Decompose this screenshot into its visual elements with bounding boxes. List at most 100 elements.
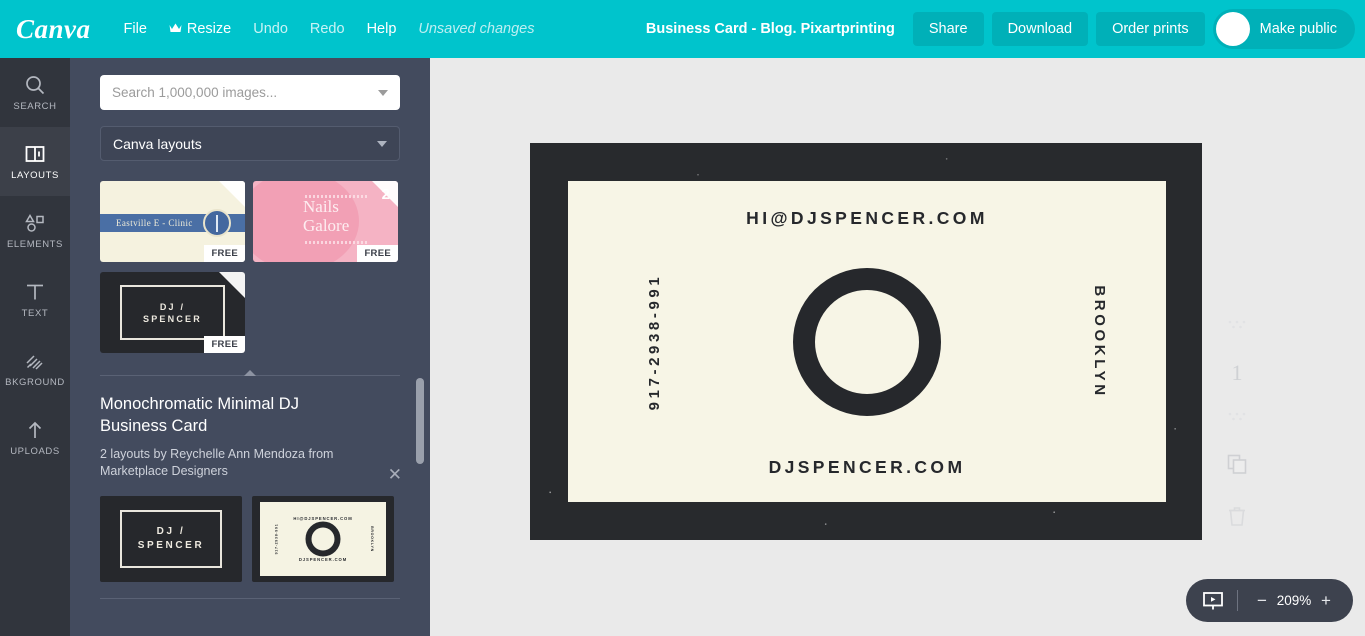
page-tools: 1 bbox=[1217, 318, 1257, 532]
layout-thumbnail-title: Eastville E - Clinic bbox=[116, 218, 193, 228]
close-icon[interactable]: ✕ bbox=[388, 466, 402, 483]
chevron-down-icon[interactable] bbox=[378, 89, 388, 96]
left-rail: SEARCH LAYOUTS ELEMENTS TEXT BKGROUND UP… bbox=[0, 58, 70, 636]
avatar bbox=[1215, 12, 1250, 46]
menu-resize[interactable]: Resize bbox=[158, 14, 242, 44]
card-ring-shape[interactable] bbox=[793, 267, 941, 416]
background-icon bbox=[24, 350, 46, 372]
make-public-button[interactable]: Make public bbox=[1212, 9, 1355, 49]
layout-preview-front[interactable]: DJ / SPENCER bbox=[100, 496, 242, 582]
preview-phone: 917-2938-991 bbox=[274, 523, 279, 555]
menu-help-label: Help bbox=[366, 21, 397, 37]
layout-thumbnail[interactable]: Nails Galore 2 FREE bbox=[253, 181, 398, 262]
panel-scrollbar-thumb[interactable] bbox=[416, 378, 424, 464]
page-number: 1 bbox=[1231, 360, 1243, 385]
canva-editor: Canva File Resize Undo Redo Help Unsaved… bbox=[0, 0, 1365, 636]
zoom-separator bbox=[1237, 590, 1238, 611]
elements-icon bbox=[24, 212, 46, 234]
card-city-text[interactable]: BROOKLYN bbox=[1091, 285, 1108, 398]
menu-redo-label: Redo bbox=[309, 21, 345, 37]
sidebar-item-layouts-label: LAYOUTS bbox=[11, 169, 59, 181]
download-button[interactable]: Download bbox=[991, 12, 1089, 46]
layout-thumbnail[interactable]: DJ / SPENCER FREE bbox=[100, 272, 245, 353]
crown-icon bbox=[169, 23, 182, 35]
order-prints-button[interactable]: Order prints bbox=[1096, 12, 1205, 46]
sidebar-item-elements[interactable]: ELEMENTS bbox=[0, 196, 70, 265]
nails-dots-bottom bbox=[305, 241, 367, 244]
card-email-text[interactable]: HI@DJSPENCER.COM bbox=[568, 208, 1166, 229]
present-icon[interactable] bbox=[1202, 590, 1224, 611]
preview-email: HI@DJSPENCER.COM bbox=[293, 516, 353, 521]
sidebar-item-text[interactable]: TEXT bbox=[0, 265, 70, 334]
layout-preview-front-text: DJ / SPENCER bbox=[137, 526, 205, 551]
detail-subtitle: 2 layouts by Reychelle Ann Mendoza from … bbox=[100, 447, 334, 478]
search-icon bbox=[24, 74, 46, 96]
category-select-label: Canva layouts bbox=[113, 135, 202, 152]
trash-icon[interactable] bbox=[1227, 505, 1247, 532]
menu-file-label: File bbox=[123, 21, 147, 37]
category-select[interactable]: Canva layouts bbox=[100, 126, 400, 161]
preview-ring bbox=[305, 521, 341, 557]
sidebar-item-uploads-label: UPLOADS bbox=[10, 445, 60, 457]
detail-divider bbox=[100, 370, 400, 376]
menu-resize-label: Resize bbox=[186, 21, 232, 37]
panel-content: Search 1,000,000 images... Canva layouts… bbox=[70, 58, 430, 599]
sidebar-item-background-label: BKGROUND bbox=[5, 376, 65, 388]
upload-arrow-icon bbox=[24, 419, 46, 441]
panel-bottom-divider bbox=[100, 598, 400, 599]
canvas-area[interactable]: HI@DJSPENCER.COM 917-2938-991 BROOKLYN D… bbox=[430, 58, 1365, 636]
zoom-out-button[interactable]: − bbox=[1251, 592, 1273, 609]
sidebar-item-elements-label: ELEMENTS bbox=[6, 238, 63, 250]
layout-count-badge: 2 bbox=[381, 186, 390, 203]
canva-logo[interactable]: Canva bbox=[16, 14, 91, 45]
document-title[interactable]: Business Card - Blog. Pixartprinting bbox=[636, 13, 905, 45]
free-badge: FREE bbox=[204, 336, 245, 353]
save-status: Unsaved changes bbox=[418, 21, 535, 37]
text-icon bbox=[24, 281, 46, 303]
menu-help[interactable]: Help bbox=[356, 14, 408, 44]
search-input-placeholder: Search 1,000,000 images... bbox=[112, 85, 278, 100]
layouts-panel: Search 1,000,000 images... Canva layouts… bbox=[70, 58, 430, 636]
menu-undo[interactable]: Undo bbox=[242, 14, 299, 44]
layout-thumbnail-grid: Eastville E - Clinic FREE Nails Galore 2 … bbox=[100, 181, 400, 353]
zoom-level[interactable]: 209% bbox=[1273, 593, 1315, 608]
sidebar-item-search-label: SEARCH bbox=[13, 100, 57, 112]
top-bar-right: Business Card - Blog. Pixartprinting Sha… bbox=[636, 9, 1365, 49]
zoom-in-button[interactable]: + bbox=[1315, 592, 1337, 609]
layout-thumbnail-title: DJ / SPENCER bbox=[143, 301, 202, 324]
card-phone-text[interactable]: 917-2938-991 bbox=[646, 273, 663, 410]
sidebar-item-search[interactable]: SEARCH bbox=[0, 58, 70, 127]
corner-fold bbox=[219, 181, 245, 207]
chevron-down-icon[interactable] bbox=[377, 140, 387, 147]
make-public-label: Make public bbox=[1259, 21, 1337, 37]
search-input[interactable]: Search 1,000,000 images... bbox=[100, 75, 400, 110]
caduceus-icon bbox=[203, 209, 231, 237]
sidebar-item-background[interactable]: BKGROUND bbox=[0, 334, 70, 403]
sidebar-item-uploads[interactable]: UPLOADS bbox=[0, 403, 70, 472]
menu-file[interactable]: File bbox=[113, 14, 158, 44]
zoom-toolbar: − 209% + bbox=[1186, 579, 1353, 622]
sidebar-item-layouts[interactable]: LAYOUTS bbox=[0, 127, 70, 196]
corner-fold bbox=[219, 272, 245, 298]
layout-preview-grid: DJ / SPENCER HI@DJSPENCER.COM 917-2938-99… bbox=[100, 496, 400, 582]
card-paper: HI@DJSPENCER.COM 917-2938-991 BROOKLYN D… bbox=[568, 181, 1166, 502]
duplicate-icon[interactable] bbox=[1225, 452, 1249, 481]
free-badge: FREE bbox=[357, 245, 398, 262]
grid-dots-icon bbox=[1226, 410, 1248, 428]
preview-city: BROOKLYN bbox=[370, 526, 375, 552]
layout-thumbnail[interactable]: Eastville E - Clinic FREE bbox=[100, 181, 245, 262]
free-badge: FREE bbox=[204, 245, 245, 262]
grid-dots-icon bbox=[1226, 318, 1248, 336]
layouts-icon bbox=[24, 143, 46, 165]
menu-undo-label: Undo bbox=[253, 21, 288, 37]
top-bar: Canva File Resize Undo Redo Help Unsaved… bbox=[0, 0, 1365, 58]
preview-paper: HI@DJSPENCER.COM 917-2938-991 BROOKLYN D… bbox=[260, 502, 386, 576]
card-website-text[interactable]: DJSPENCER.COM bbox=[568, 457, 1166, 478]
share-button[interactable]: Share bbox=[912, 12, 984, 46]
business-card[interactable]: HI@DJSPENCER.COM 917-2938-991 BROOKLYN D… bbox=[530, 143, 1202, 540]
layout-preview-back[interactable]: HI@DJSPENCER.COM 917-2938-991 BROOKLYN D… bbox=[252, 496, 394, 582]
menu-redo[interactable]: Redo bbox=[299, 14, 356, 44]
panel-scrollbar[interactable] bbox=[416, 116, 424, 636]
detail-title: Monochromatic Minimal DJ Business Card bbox=[100, 395, 299, 435]
preview-website: DJSPENCER.COM bbox=[298, 557, 348, 562]
